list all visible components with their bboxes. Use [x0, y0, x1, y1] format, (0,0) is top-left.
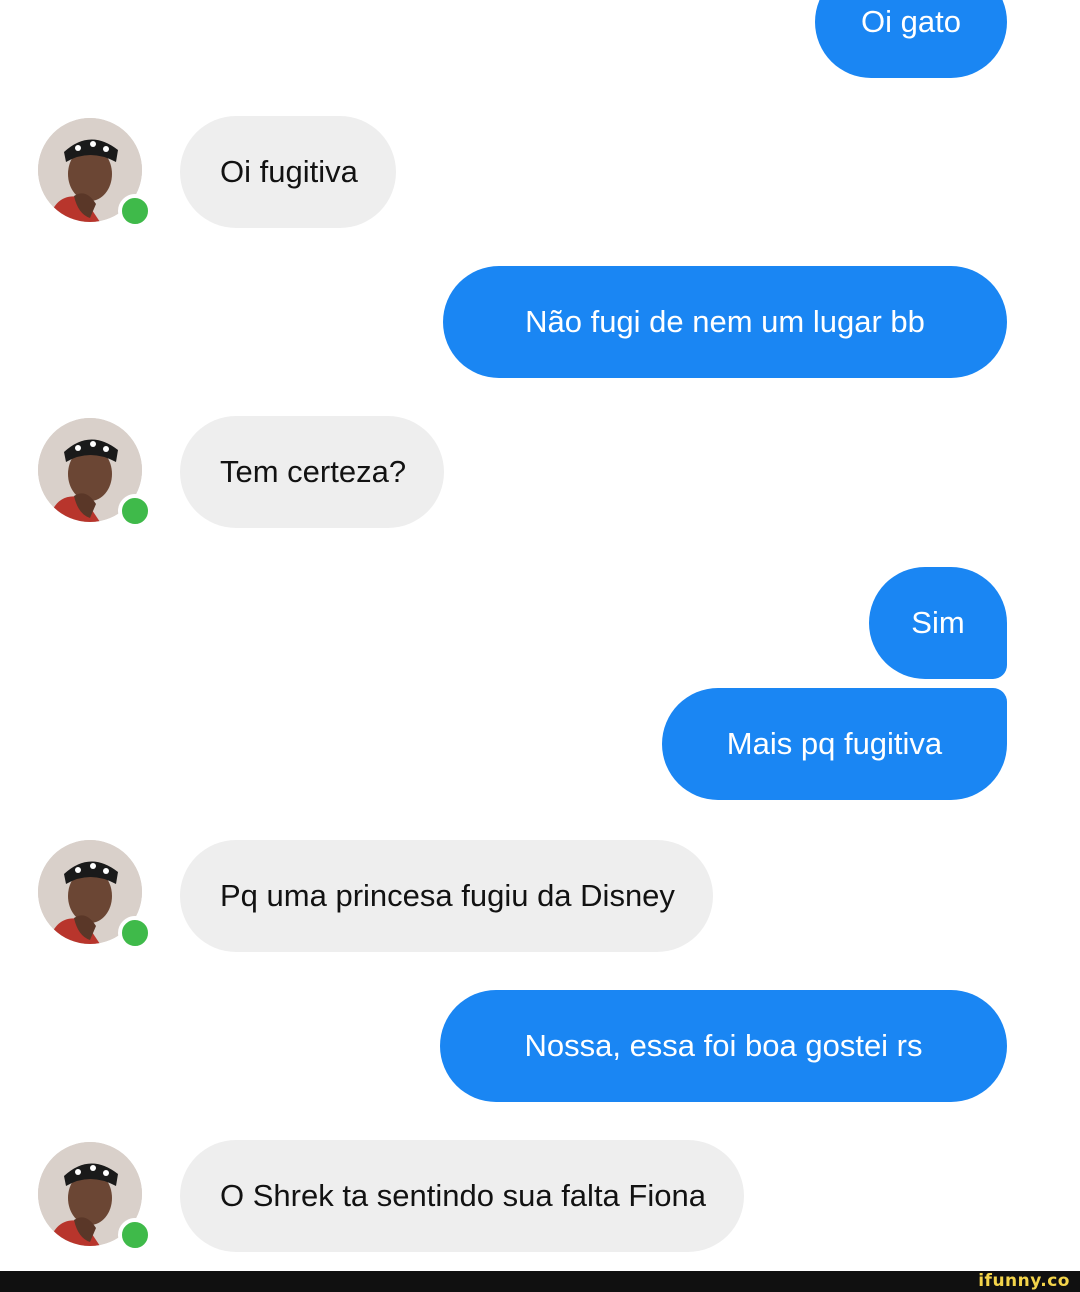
message-bubble-received[interactable]: Oi fugitiva: [180, 116, 396, 228]
message-text: Oi fugitiva: [220, 154, 358, 189]
message-bubble-sent[interactable]: Nossa, essa foi boa gostei rs: [440, 990, 1007, 1102]
watermark-logo: ifunny.co: [978, 1271, 1070, 1291]
avatar[interactable]: [38, 118, 152, 228]
message-bubble-received[interactable]: O Shrek ta sentindo sua falta Fiona: [180, 1140, 744, 1252]
message-bubble-sent[interactable]: Sim: [869, 567, 1007, 679]
avatar[interactable]: [38, 1142, 152, 1252]
message-bubble-sent[interactable]: Não fugi de nem um lugar bb: [443, 266, 1007, 378]
avatar[interactable]: [38, 840, 152, 950]
message-text: Sim: [911, 605, 965, 640]
message-bubble-sent[interactable]: Mais pq fugitiva: [662, 688, 1007, 800]
message-text: O Shrek ta sentindo sua falta Fiona: [220, 1178, 706, 1213]
message-text: Mais pq fugitiva: [726, 726, 943, 761]
message-text: Pq uma princesa fugiu da Disney: [220, 878, 675, 913]
online-status-icon: [118, 194, 152, 228]
message-text: Nossa, essa foi boa gostei rs: [524, 1028, 923, 1063]
message-text: Não fugi de nem um lugar bb: [525, 304, 925, 339]
message-bubble-received[interactable]: Tem certeza?: [180, 416, 445, 528]
avatar[interactable]: [38, 418, 152, 528]
message-text: Oi gato: [861, 4, 961, 39]
online-status-icon: [118, 1218, 152, 1252]
online-status-icon: [118, 494, 152, 528]
watermark-bar: [0, 1271, 1080, 1292]
message-bubble-received[interactable]: Pq uma princesa fugiu da Disney: [180, 840, 713, 952]
message-bubble-sent[interactable]: Oi gato: [815, 0, 1007, 78]
message-text: Tem certeza?: [220, 454, 407, 489]
online-status-icon: [118, 916, 152, 950]
